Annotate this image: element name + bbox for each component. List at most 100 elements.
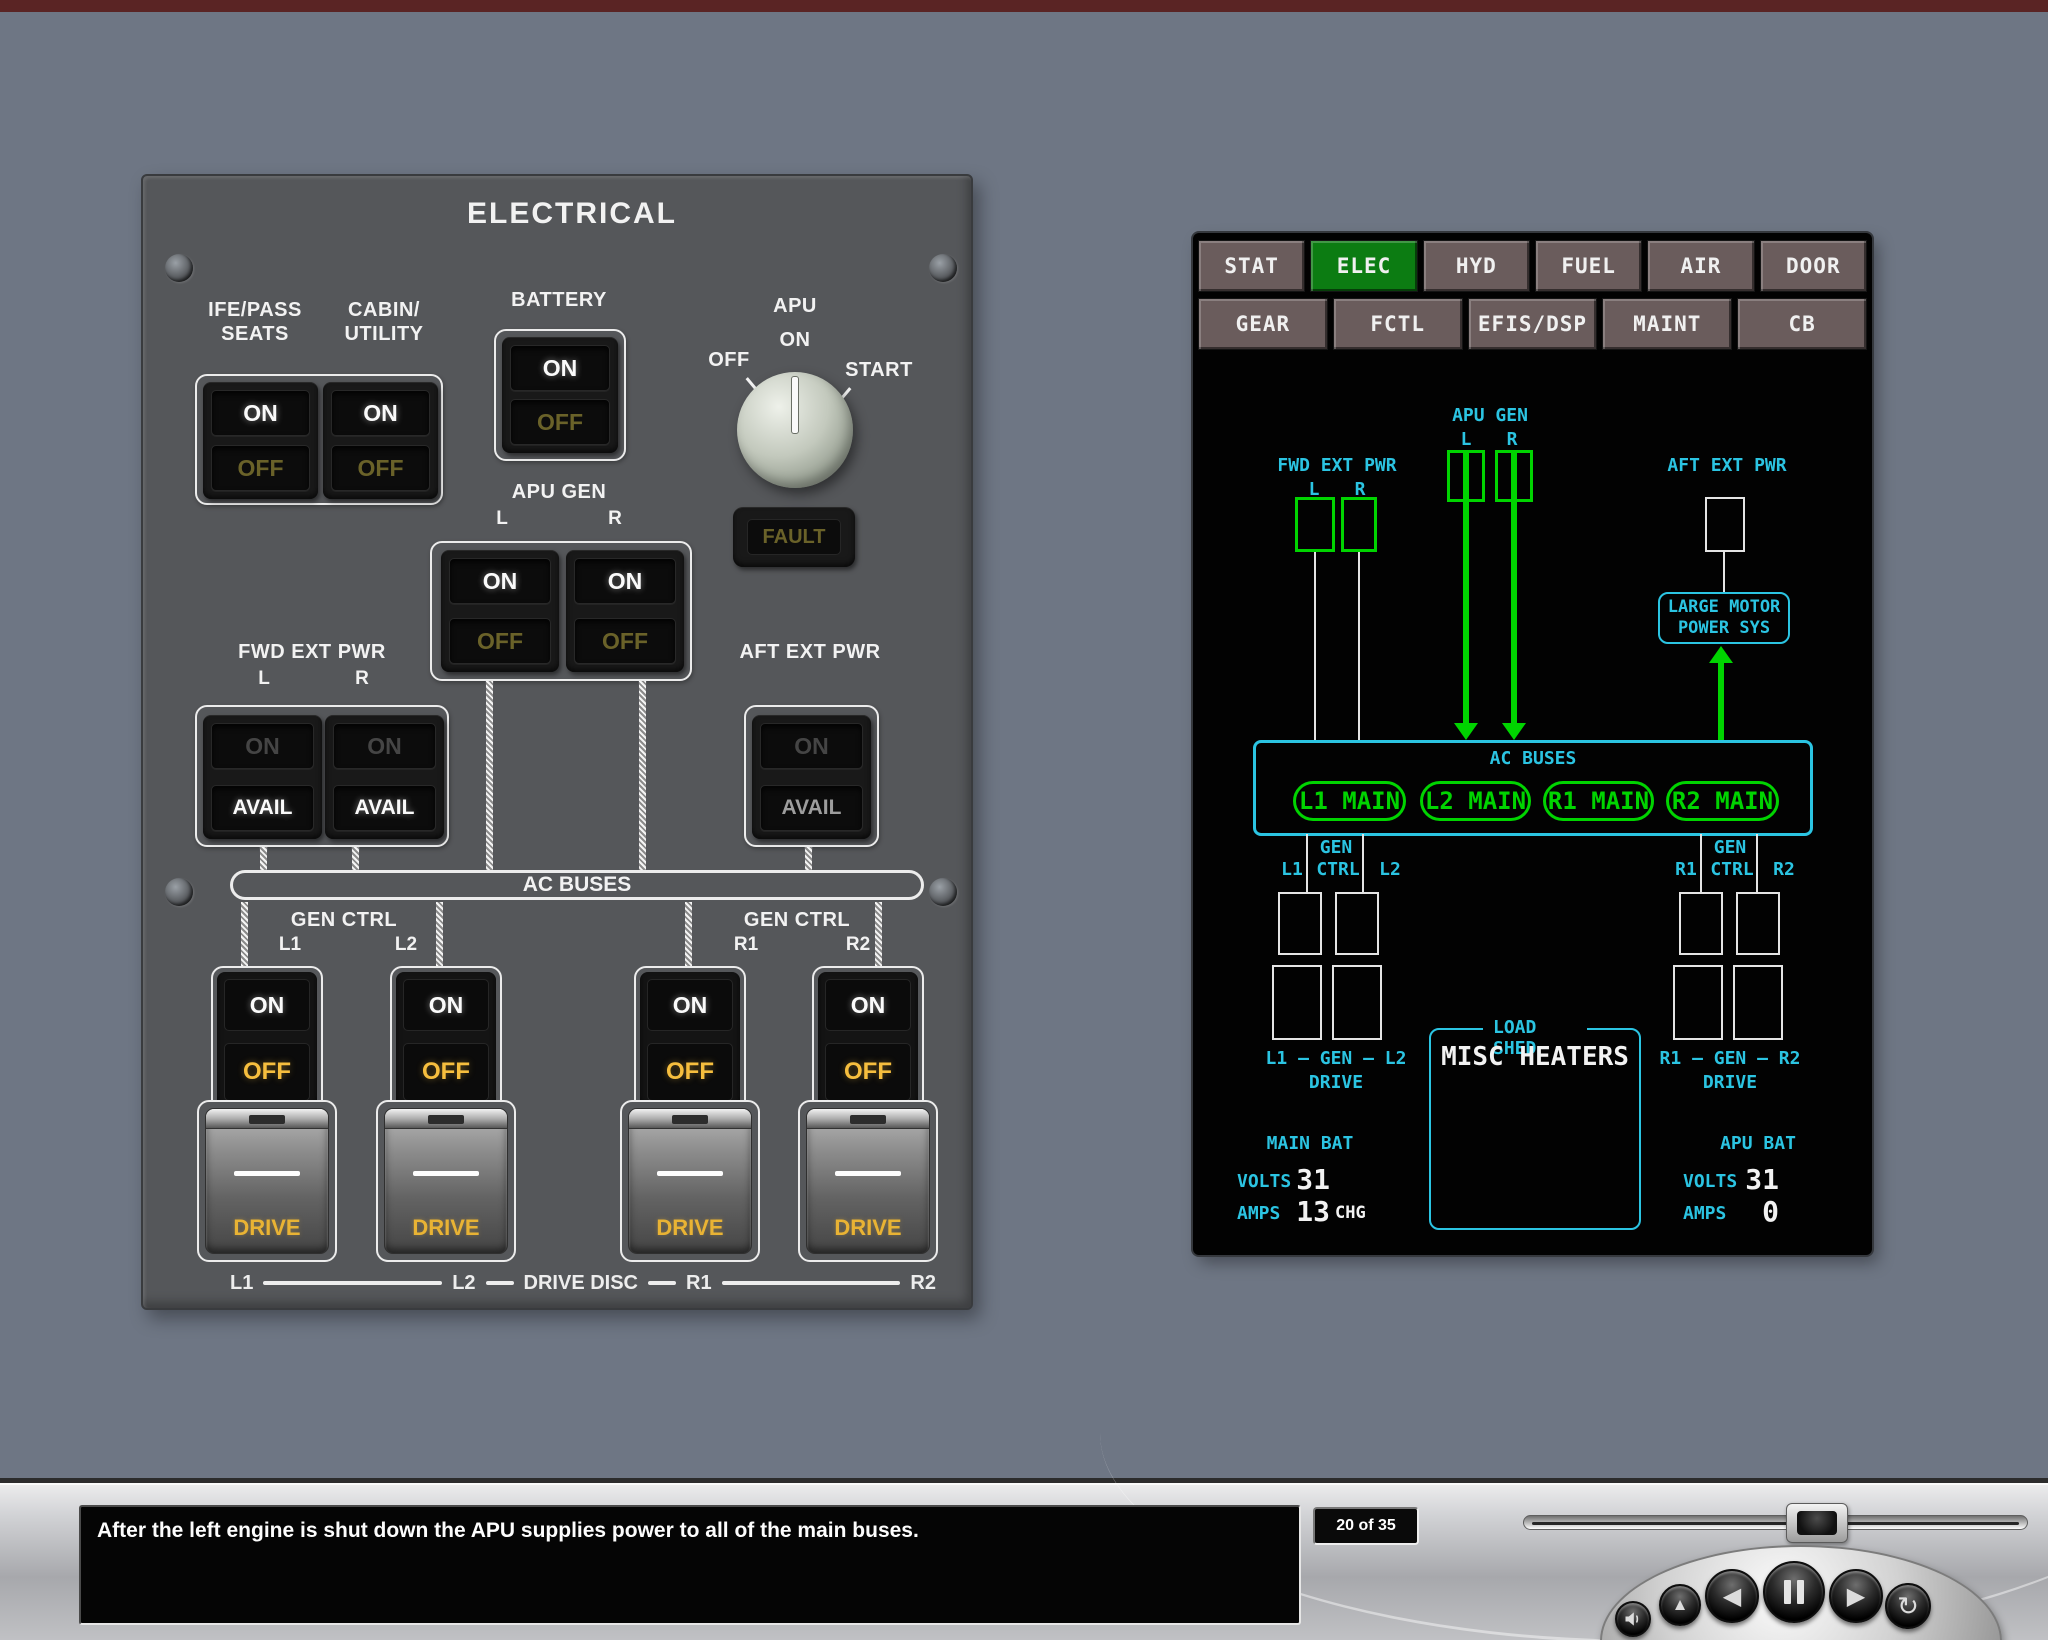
cbt-page: ELECTRICAL IFE/PASS SEATS CABIN/UTILITY O… <box>0 0 2048 1640</box>
menu-button[interactable]: ▲ <box>1659 1584 1701 1626</box>
fwd-ext-r-line <box>1358 552 1360 740</box>
apu-gen-r-off-button[interactable]: OFF <box>574 618 676 664</box>
apu-gen-l-label: L <box>496 508 508 529</box>
panel-title: ELECTRICAL <box>467 197 677 230</box>
dash-line <box>263 1281 443 1285</box>
gen-ctrl-r1-drive-guard[interactable]: DRIVE <box>628 1108 752 1254</box>
fwd-ext-l-switch[interactable]: ON AVAIL <box>203 715 322 839</box>
wire <box>874 902 883 966</box>
gen-ctrl-l2-rocker[interactable]: ON OFF <box>396 972 496 1108</box>
large-motor-power-sys-box: LARGE MOTOR POWER SYS <box>1658 592 1790 644</box>
gen-ctrl-l1-rocker[interactable]: ON OFF <box>217 972 317 1108</box>
apu-gen-label: APU GEN <box>511 481 607 503</box>
tab-door[interactable]: DOOR <box>1759 240 1867 292</box>
drive-disc-l1: L1 <box>230 1271 254 1294</box>
synoptic-display: STAT ELEC HYD FUEL AIR DOOR GEAR FCTL EF… <box>1193 233 1872 1255</box>
progress-slider-track[interactable] <box>1523 1515 2028 1530</box>
next-button[interactable]: ▶ <box>1829 1569 1883 1623</box>
ife-pass-seats-switch[interactable]: ON OFF <box>203 382 318 499</box>
gen-ctrl-r1-switch: ON OFF DRIVE <box>618 966 762 1262</box>
aft-ext-on-button[interactable]: ON <box>760 723 863 769</box>
apu-gen-r-arrow <box>1502 723 1526 740</box>
battery-switch[interactable]: ON OFF <box>502 337 618 453</box>
ife-on-button[interactable]: ON <box>211 390 310 436</box>
battery-on-button[interactable]: ON <box>510 345 610 391</box>
gen-ctrl-left-label: GEN CTRL <box>290 909 398 931</box>
replay-button[interactable]: ↻ <box>1885 1583 1931 1629</box>
back-icon: ◀ <box>1722 1582 1742 1610</box>
gen-ctrl-l1-off-button[interactable]: OFF <box>224 1043 310 1101</box>
cabin-off-button[interactable]: OFF <box>331 445 430 491</box>
tab-gear[interactable]: GEAR <box>1198 298 1328 350</box>
tab-fctl[interactable]: FCTL <box>1332 298 1463 350</box>
tab-maint[interactable]: MAINT <box>1602 298 1733 350</box>
tab-efis-dsp[interactable]: EFIS/DSP <box>1467 298 1598 350</box>
gen-ctrl-r2-drive-guard[interactable]: DRIVE <box>806 1108 930 1254</box>
fwd-ext-r-avail-light[interactable]: AVAIL <box>333 785 436 831</box>
slider-groove <box>1532 1522 2019 1525</box>
battery-label: BATTERY <box>511 289 607 311</box>
gen-ctrl-l2-off-button[interactable]: OFF <box>403 1043 489 1101</box>
electrical-panel: ELECTRICAL IFE/PASS SEATS CABIN/UTILITY O… <box>141 174 973 1310</box>
gen-ctrl-r2-off-button[interactable]: OFF <box>825 1043 911 1101</box>
aft-ext-avail-light[interactable]: AVAIL <box>760 785 863 831</box>
drive-disc-row: L1 L2 DRIVE DISC R1 R2 <box>230 1270 936 1296</box>
fwd-ext-r-breaker <box>1341 497 1377 552</box>
tab-cb[interactable]: CB <box>1737 298 1867 350</box>
pause-button[interactable] <box>1763 1561 1825 1623</box>
gen-ctrl-r2-drive-label: DRIVE <box>834 1215 902 1240</box>
gen-ctrl-r2-on-button[interactable]: ON <box>825 979 911 1031</box>
tab-fuel[interactable]: FUEL <box>1534 240 1643 292</box>
guard-line <box>657 1171 723 1176</box>
battery-switch-group: ON OFF <box>494 329 626 461</box>
tab-stat[interactable]: STAT <box>1198 240 1306 292</box>
progress-slider-thumb[interactable] <box>1786 1503 1848 1543</box>
wire <box>485 681 494 874</box>
fwd-ext-l-breaker <box>1295 497 1335 552</box>
gen-ctrl-r2-rocker[interactable]: ON OFF <box>818 972 918 1108</box>
tab-elec[interactable]: ELEC <box>1310 240 1418 292</box>
apu-gen-l-on-button[interactable]: ON <box>449 558 551 604</box>
battery-off-button[interactable]: OFF <box>510 399 610 445</box>
cabin-on-button[interactable]: ON <box>331 390 430 436</box>
main-bat-chg-flag: CHG <box>1335 1203 1366 1223</box>
fwd-ext-r-on-button[interactable]: ON <box>333 723 436 769</box>
slider-thumb-core <box>1797 1511 1837 1535</box>
gen-ctrl-l1-on-button[interactable]: ON <box>224 979 310 1031</box>
guard-line <box>835 1171 901 1176</box>
drive-disc-r2: R2 <box>910 1271 936 1294</box>
gen-ctrl-l2-box <box>1335 892 1379 955</box>
gen-ctrl-l2-on-button[interactable]: ON <box>403 979 489 1031</box>
ac-buses-box: AC BUSES L1 MAIN L2 MAIN R1 MAIN R2 MAIN <box>1253 740 1813 836</box>
gen-ctrl-r1-off-button[interactable]: OFF <box>647 1043 733 1101</box>
fwd-ext-l-on-button[interactable]: ON <box>211 723 314 769</box>
tab-hyd[interactable]: HYD <box>1422 240 1530 292</box>
apu-gen-l-switch[interactable]: ON OFF <box>441 550 559 672</box>
apu-gen-l-off-button[interactable]: OFF <box>449 618 551 664</box>
caption-text: After the left engine is shut down the A… <box>97 1519 919 1542</box>
gen-ctrl-l1-drive-guard[interactable]: DRIVE <box>205 1108 329 1254</box>
syn-gen-left-l2: L2 <box>1379 859 1401 880</box>
tab-air[interactable]: AIR <box>1647 240 1755 292</box>
syn-gen-right-r2: R2 <box>1773 859 1795 880</box>
fwd-ext-r-switch[interactable]: ON AVAIL <box>325 715 444 839</box>
apu-fault-indicator[interactable]: FAULT <box>733 507 855 567</box>
drive-disc-label: DRIVE DISC <box>523 1271 638 1294</box>
gen-ctrl-r1-rocker[interactable]: ON OFF <box>640 972 740 1108</box>
syn-aft-ext-label: AFT EXT PWR <box>1667 455 1787 476</box>
aft-ext-switch[interactable]: ON AVAIL <box>752 715 871 839</box>
ife-off-button[interactable]: OFF <box>211 445 310 491</box>
volume-button[interactable] <box>1615 1601 1651 1637</box>
gen-ctrl-r1-on-button[interactable]: ON <box>647 979 733 1031</box>
fwd-ext-l-avail-light[interactable]: AVAIL <box>211 785 314 831</box>
lmps-line1: LARGE MOTOR <box>1667 597 1781 617</box>
pause-icon <box>1797 1580 1804 1604</box>
previous-button[interactable]: ◀ <box>1705 1569 1759 1623</box>
gen-ctrl-l2-drive-guard[interactable]: DRIVE <box>384 1108 508 1254</box>
apu-knob-pointer <box>791 376 799 434</box>
apu-gen-r-on-button[interactable]: ON <box>574 558 676 604</box>
cabin-utility-switch[interactable]: ON OFF <box>323 382 438 499</box>
replay-icon: ↻ <box>1897 1590 1919 1621</box>
gen-ctrl-l1-switch: ON OFF DRIVE <box>195 966 339 1262</box>
apu-gen-r-switch[interactable]: ON OFF <box>566 550 684 672</box>
